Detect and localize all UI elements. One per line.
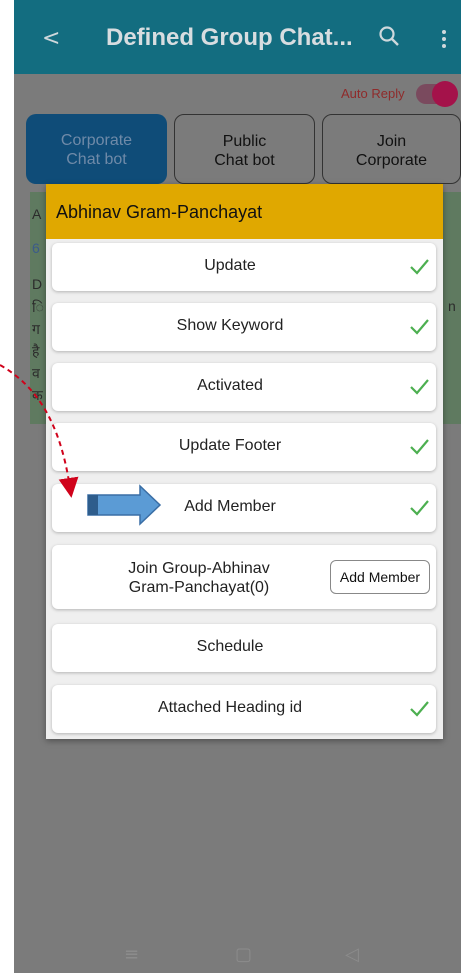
option-label: Attached Heading id bbox=[157, 699, 303, 716]
check-icon bbox=[410, 701, 429, 717]
tab-public-chat-bot[interactable]: Public Chat bot bbox=[174, 114, 315, 184]
check-icon bbox=[410, 439, 429, 455]
auto-reply-toggle[interactable] bbox=[416, 81, 458, 107]
option-label: Show Keyword bbox=[176, 317, 284, 334]
option-label: Activated bbox=[197, 377, 263, 394]
card-text-fragment: D bbox=[32, 276, 43, 292]
system-nav-bar: ≡ ▢ ◁ bbox=[14, 944, 461, 973]
schedule-option[interactable]: Schedule bbox=[52, 624, 436, 672]
card-text-fragment: क bbox=[32, 387, 43, 403]
card-text-fragment: n bbox=[448, 298, 456, 314]
dialog-title: Abhinav Gram-Panchayat bbox=[46, 184, 443, 239]
app-bar: < Defined Group Chat... bbox=[14, 0, 461, 74]
tab-label-line1: Corporate bbox=[60, 132, 133, 149]
join-group-label-line1: Join Group-Abhinav bbox=[128, 560, 270, 577]
check-icon bbox=[410, 319, 429, 335]
tab-label-line2: Corporate bbox=[355, 152, 428, 169]
add-member-button[interactable]: Add Member bbox=[330, 560, 430, 594]
join-group-label-line2: Gram-Panchayat(0) bbox=[128, 579, 270, 596]
update-footer-option[interactable]: Update Footer bbox=[52, 423, 436, 471]
option-label: Update Footer bbox=[178, 437, 282, 454]
recent-apps-icon[interactable]: ≡ bbox=[124, 944, 139, 965]
more-vert-icon[interactable] bbox=[442, 30, 446, 48]
tab-corporate-chat-bot[interactable]: Corporate Chat bot bbox=[26, 114, 167, 184]
check-icon bbox=[410, 259, 429, 275]
join-group-label: Join Group-Abhinav Gram-Panchayat(0) bbox=[64, 559, 334, 597]
card-text-fragment: A bbox=[32, 206, 42, 222]
tab-join-corporate[interactable]: Join Corporate bbox=[322, 114, 461, 184]
attached-heading-option[interactable]: Attached Heading id bbox=[52, 685, 436, 733]
update-option[interactable]: Update bbox=[52, 243, 436, 291]
card-text-fragment: ि bbox=[32, 299, 44, 315]
auto-reply-label: Auto Reply bbox=[341, 86, 405, 101]
option-label: Schedule bbox=[196, 638, 264, 655]
check-icon bbox=[410, 500, 429, 516]
card-text-fragment: 6 bbox=[32, 240, 40, 256]
search-icon[interactable] bbox=[378, 25, 400, 47]
tab-label-line2: Chat bot bbox=[214, 152, 275, 169]
phone-screen: < Defined Group Chat... Auto Reply Corpo… bbox=[14, 0, 461, 973]
option-label: Add Member bbox=[184, 498, 276, 515]
back-chevron-icon[interactable]: < bbox=[42, 26, 60, 51]
check-icon bbox=[410, 379, 429, 395]
group-options-dialog: Abhinav Gram-Panchayat Update Show Keywo… bbox=[46, 184, 443, 739]
page-title: Defined Group Chat... bbox=[106, 24, 353, 51]
activated-option[interactable]: Activated bbox=[52, 363, 436, 411]
tab-label-line2: Chat bot bbox=[66, 151, 127, 168]
join-group-option[interactable]: Join Group-Abhinav Gram-Panchayat(0) Add… bbox=[52, 545, 436, 609]
home-icon[interactable]: ▢ bbox=[235, 944, 252, 965]
add-member-option[interactable]: Add Member bbox=[52, 484, 436, 532]
card-text-fragment: ग bbox=[32, 321, 40, 337]
show-keyword-option[interactable]: Show Keyword bbox=[52, 303, 436, 351]
card-text-fragment: है bbox=[32, 343, 40, 359]
tab-label-line1: Join bbox=[376, 133, 407, 150]
tab-label-line1: Public bbox=[222, 133, 267, 150]
option-label: Update bbox=[204, 257, 256, 274]
nav-back-icon[interactable]: ◁ bbox=[345, 944, 359, 965]
card-text-fragment: व bbox=[32, 365, 40, 381]
